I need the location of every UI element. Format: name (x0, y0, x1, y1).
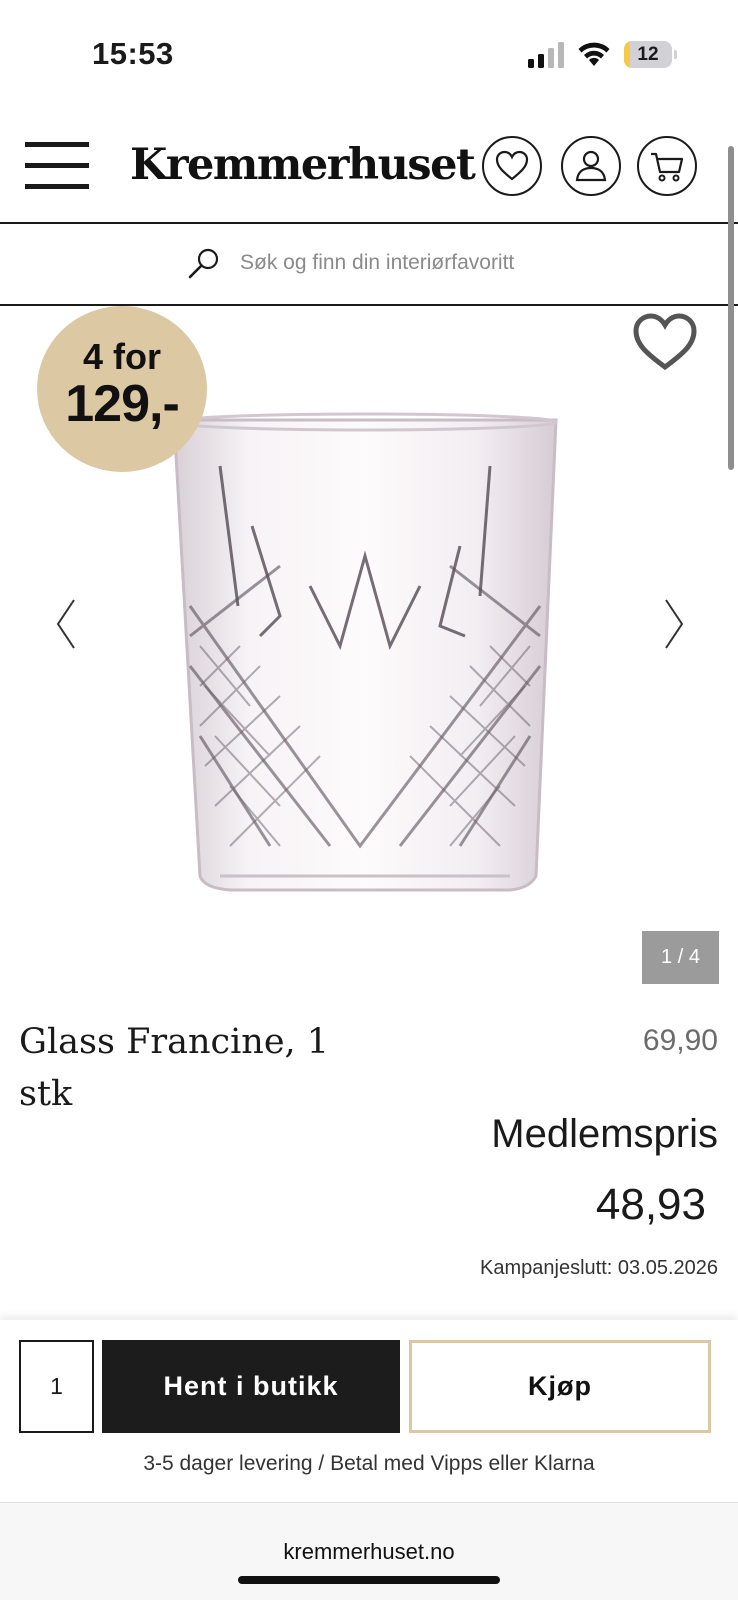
promo-badge-line2: 129,- (65, 375, 180, 433)
quantity-input[interactable] (19, 1340, 94, 1433)
product-title: Glass Francine, 1 stk (19, 1022, 330, 1114)
heart-icon (495, 150, 529, 181)
menu-icon (25, 142, 89, 147)
signal-icon (528, 42, 564, 68)
pickup-in-store-button[interactable]: Hent i butikk (102, 1340, 400, 1433)
promo-badge-line1: 4 for (82, 336, 161, 377)
wifi-icon (578, 42, 610, 66)
menu-button[interactable] (25, 142, 89, 192)
home-indicator[interactable] (238, 1576, 500, 1584)
cart-button[interactable] (637, 136, 697, 196)
status-time: 15:53 (92, 36, 174, 71)
search-icon (188, 248, 219, 279)
product-gallery: 4 for 129,- 1 / 4 (0, 306, 732, 986)
browser-url[interactable]: kremmerhuset.no (0, 1539, 738, 1565)
site-logo[interactable]: Kremmerhuset (130, 140, 476, 190)
site-header: Kremmerhuset (0, 118, 738, 224)
browser-address-bar: kremmerhuset.no (0, 1502, 738, 1600)
battery-level: 12 (637, 44, 659, 65)
wishlist-button[interactable] (482, 136, 542, 196)
status-bar: 15:53 12 (0, 0, 738, 100)
delivery-info: 3-5 dager levering / Betal med Vipps ell… (143, 1452, 595, 1475)
product-wishlist-heart-icon[interactable] (632, 312, 698, 372)
account-button[interactable] (561, 136, 621, 196)
gallery-next-chevron-icon[interactable] (660, 596, 690, 652)
gallery-prev-chevron-icon[interactable] (50, 596, 80, 652)
regular-price: 69,90 (642, 1024, 718, 1057)
promo-badge: 4 for 129,- (37, 306, 207, 472)
member-price-label: Medlemspris (491, 1112, 718, 1156)
member-price: 48,93 (595, 1180, 706, 1229)
search-input[interactable]: Søk og finn din interiørfavoritt (240, 251, 514, 275)
buy-button[interactable]: Kjøp (409, 1340, 711, 1433)
campaign-end-date: Kampanjeslutt: 03.05.2026 (480, 1257, 718, 1279)
battery-indicator: 12 (624, 41, 677, 68)
buy-bar: Hent i butikk Kjøp 3-5 dager levering / … (0, 1320, 738, 1504)
user-icon (575, 150, 607, 182)
search-bar[interactable]: Søk og finn din interiørfavoritt (0, 224, 738, 306)
product-image-glass[interactable] (160, 406, 580, 926)
image-counter: 1 / 4 (642, 931, 719, 984)
cart-icon (651, 152, 684, 182)
